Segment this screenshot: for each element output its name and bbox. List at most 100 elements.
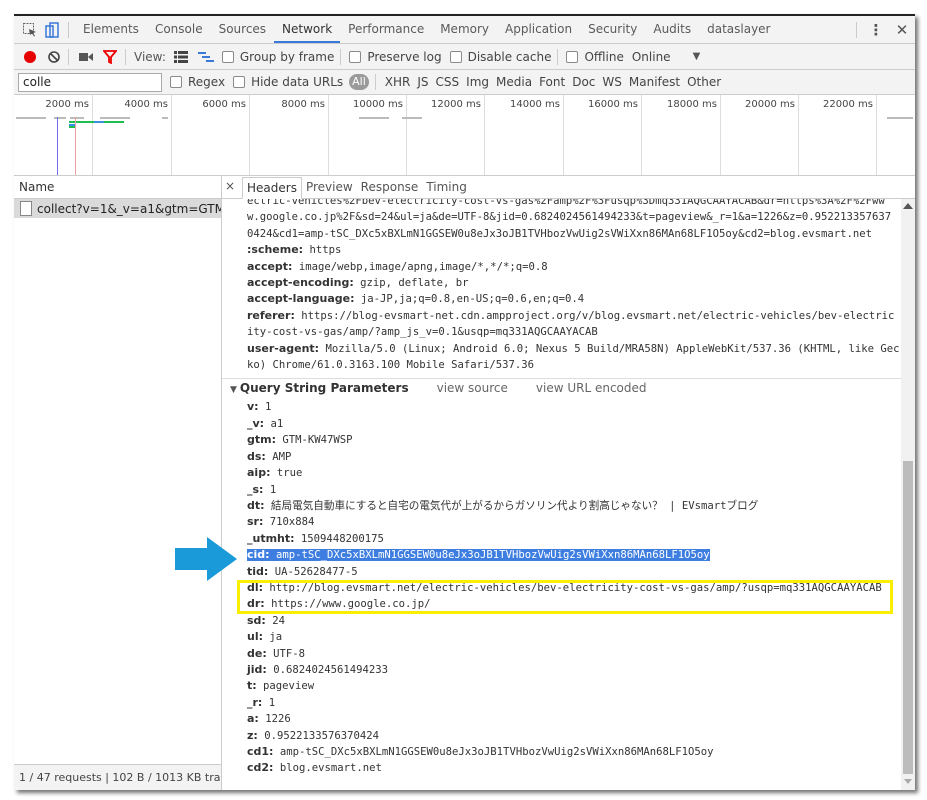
timeline-bar: [54, 117, 66, 119]
waterfall-button[interactable]: [197, 51, 214, 63]
param-value: 1: [262, 696, 276, 709]
scrollbar-thumb[interactable]: [903, 461, 913, 774]
tab-audits[interactable]: Audits: [645, 16, 699, 43]
vertical-scrollbar[interactable]: [901, 199, 915, 790]
regex-label: Regex: [188, 75, 226, 89]
record-button[interactable]: [24, 50, 36, 63]
grid-line: [328, 95, 329, 175]
param-value: a1: [264, 417, 284, 430]
request-row[interactable]: collect?v=1&_v=a1&gtm=GTM-...: [14, 199, 221, 218]
tab-performance[interactable]: Performance: [340, 16, 432, 43]
tab-network[interactable]: Network: [274, 16, 341, 43]
preserve-log-checkbox[interactable]: Preserve log: [349, 50, 442, 64]
network-overview-timeline[interactable]: 2000 ms 4000 ms 6000 ms 8000 ms 10000 ms 1200…: [14, 95, 915, 176]
param-key: v:: [247, 400, 259, 414]
tick-label: 4000 ms: [124, 99, 168, 110]
throttling-value: Online: [631, 49, 671, 64]
close-details-icon[interactable]: ×: [222, 176, 238, 198]
record-icon: [24, 50, 36, 63]
tick-label: 22000 ms: [823, 99, 873, 110]
query-param-row: sr: 710x884: [222, 514, 901, 530]
filter-type-ws[interactable]: WS: [602, 75, 621, 89]
filter-type-other[interactable]: Other: [687, 75, 721, 89]
filter-input[interactable]: [18, 72, 162, 92]
query-string-section-header[interactable]: ▼ Query String Parameters view source view …: [222, 379, 901, 397]
filter-type-media[interactable]: Media: [496, 75, 532, 89]
clear-button[interactable]: [48, 50, 60, 63]
close-icon[interactable]: ✕: [889, 21, 915, 39]
param-value: https: [303, 244, 342, 257]
param-value: 1: [258, 401, 272, 414]
group-by-frame-checkbox[interactable]: Group by frame: [221, 50, 334, 64]
param-key: _r:: [247, 695, 263, 709]
header-line: referer: https://blog-evsmart-net.cdn.am…: [222, 308, 901, 324]
filter-type-css[interactable]: CSS: [436, 75, 460, 89]
tab-preview[interactable]: Preview: [302, 177, 357, 197]
tab-console[interactable]: Console: [147, 16, 211, 43]
tab-security[interactable]: Security: [580, 16, 645, 43]
filter-type-xhr[interactable]: XHR: [385, 75, 411, 89]
filter-type-manifest[interactable]: Manifest: [629, 75, 680, 89]
offline-checkbox[interactable]: Offline: [566, 50, 624, 64]
query-param-row: aip: true: [222, 465, 901, 481]
timeline-bar: [104, 121, 124, 123]
tab-application[interactable]: Application: [497, 16, 580, 43]
view-url-encoded-link[interactable]: view URL encoded: [536, 381, 647, 395]
grid-line: [876, 95, 877, 175]
tab-response[interactable]: Response: [357, 177, 423, 197]
param-value: AMP: [265, 450, 292, 463]
param-key: accept-encoding:: [247, 276, 354, 290]
header-continuation-line: 0424&cd1=amp-tSC_DXc5xBXLmN1GGSEW0u8eJx3…: [247, 227, 873, 240]
view-source-link[interactable]: view source: [437, 381, 508, 395]
timeline-bar: [69, 121, 94, 123]
query-param-row: _v: a1: [222, 416, 901, 432]
param-value: gzip, deflate, br: [353, 277, 469, 290]
filter-type-img[interactable]: Img: [466, 75, 489, 89]
tab-headers[interactable]: Headers: [242, 177, 302, 199]
timeline-bar: [100, 117, 130, 119]
large-rows-button[interactable]: [173, 50, 188, 63]
param-value: UA-52628477-5: [268, 565, 358, 578]
tick-label: 18000 ms: [667, 99, 717, 110]
grid-line: [406, 95, 407, 175]
device-toolbar-icon[interactable]: [42, 20, 62, 40]
scroll-down-icon[interactable]: [904, 779, 912, 784]
filter-type-js[interactable]: JS: [417, 75, 428, 89]
param-value: 1509448200175: [294, 532, 384, 545]
param-key: aip:: [247, 466, 271, 480]
clear-icon: [48, 50, 60, 63]
tab-timing[interactable]: Timing: [422, 177, 471, 197]
throttling-select[interactable]: Online ▼: [632, 50, 700, 64]
grid-line: [484, 95, 485, 175]
scroll-up-icon[interactable]: [903, 203, 913, 209]
disable-cache-checkbox[interactable]: Disable cache: [449, 50, 551, 64]
filter-type-doc[interactable]: Doc: [572, 75, 595, 89]
more-options-icon[interactable]: ⋮: [863, 21, 889, 39]
name-column-header[interactable]: Name: [14, 176, 221, 199]
filter-type-font[interactable]: Font: [539, 75, 565, 89]
param-key: :scheme:: [247, 243, 304, 257]
timeline-bar: [70, 117, 84, 119]
hide-data-urls-checkbox[interactable]: Hide data URLs: [233, 75, 343, 89]
filter-button[interactable]: [103, 49, 117, 64]
param-key: accept-language:: [247, 292, 355, 306]
timeline-bar: [887, 117, 913, 119]
tab-dataslayer[interactable]: dataslayer: [699, 16, 778, 43]
query-param-row: tid: UA-52628477-5: [222, 564, 901, 580]
param-value: amp-tSC_DXc5xBXLmN1GGSEW0u8eJx3oJB1TVHbo…: [273, 746, 714, 758]
tab-sources[interactable]: Sources: [211, 16, 274, 43]
grid-line: [92, 95, 93, 175]
param-value: 1226: [258, 713, 291, 726]
param-key: jid:: [247, 662, 267, 676]
tab-elements[interactable]: Elements: [75, 16, 147, 43]
requests-pane: Name collect?v=1&_v=a1&gtm=GTM-... 1 / 4…: [14, 176, 222, 790]
screenshot-button[interactable]: [79, 52, 93, 62]
inspect-element-icon[interactable]: [20, 20, 40, 40]
header-line: ity-cost-vs-gas/amp/?amp_js_v=0.1&usqp=m…: [222, 324, 901, 340]
tab-memory[interactable]: Memory: [432, 16, 497, 43]
query-param-row: _utmht: 1509448200175: [222, 531, 901, 547]
param-value: 1: [263, 483, 277, 496]
regex-checkbox[interactable]: Regex: [170, 75, 225, 89]
filter-all-button[interactable]: All: [349, 74, 369, 90]
timeline-bar: [402, 117, 422, 119]
